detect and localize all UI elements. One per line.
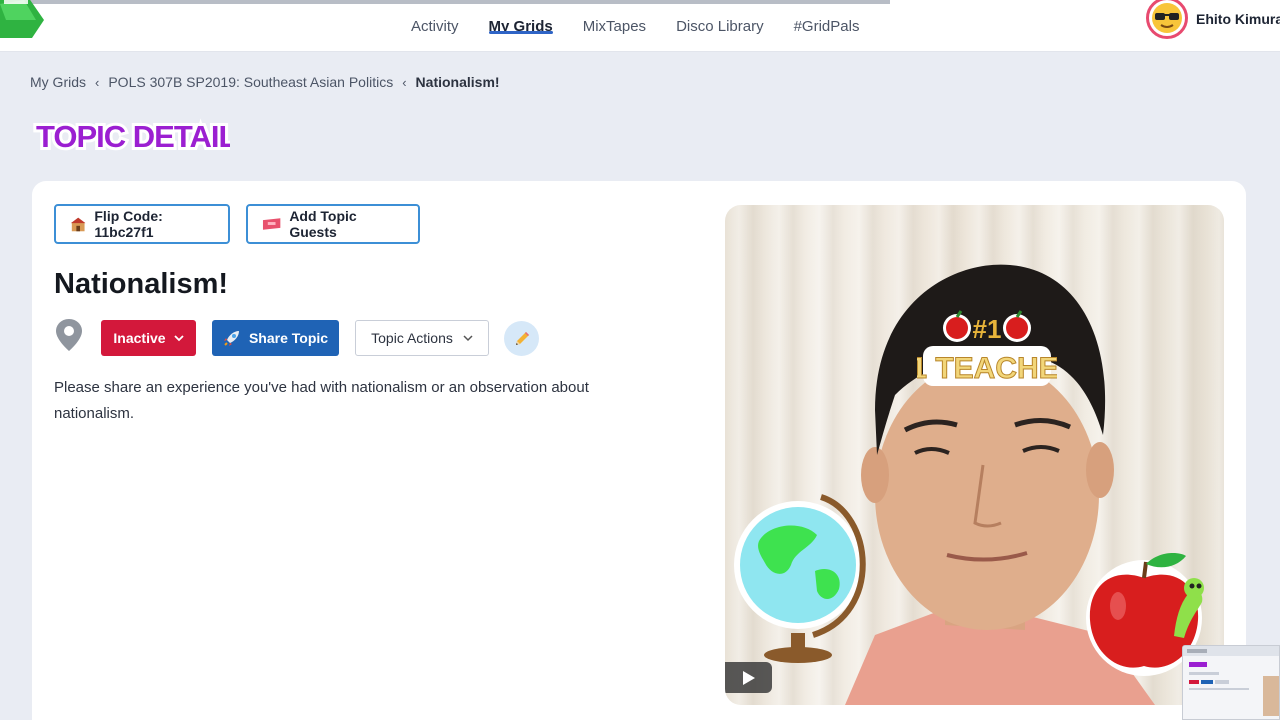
add-topic-guests-button[interactable]: Add Topic Guests [246, 204, 420, 244]
user-name[interactable]: Ehito Kimura [1196, 11, 1280, 27]
nav-gridpals[interactable]: #GridPals [779, 0, 875, 52]
section-title-text: TOPIC DETAILS [36, 119, 230, 154]
ticket-icon [262, 218, 281, 230]
nav-disco-library[interactable]: Disco Library [661, 0, 779, 52]
chevron-left-icon: ‹ [402, 74, 407, 90]
pencil-icon [515, 331, 529, 345]
sunglasses-emoji-icon [1152, 3, 1182, 33]
rocket-icon [223, 331, 239, 346]
flipgrid-logo-icon[interactable] [0, 0, 48, 42]
chevron-down-icon [463, 334, 473, 341]
nav-mixtapes[interactable]: MixTapes [568, 0, 661, 52]
topic-actions-dropdown[interactable]: Topic Actions [355, 320, 489, 356]
avatar[interactable] [1146, 0, 1188, 39]
topic-actions-label: Topic Actions [371, 330, 453, 346]
teacher-sticker-text: #1 TEACHER [917, 352, 1057, 385]
breadcrumb-grid[interactable]: POLS 307B SP2019: Southeast Asian Politi… [108, 74, 393, 90]
flip-code-button[interactable]: Flip Code: 11bc27f1 [54, 204, 230, 244]
topic-video-player[interactable]: #1 #1 TEACHER [725, 205, 1224, 705]
teacher-sticker-icon: #1 #1 TEACHER [917, 310, 1057, 386]
topic-title: Nationalism! [54, 268, 229, 300]
page-title: TOPIC DETAILS [33, 116, 230, 157]
edit-topic-button[interactable] [504, 321, 539, 356]
status-dropdown[interactable]: Inactive [101, 320, 196, 356]
topic-prompt: Please share an experience you've had wi… [54, 379, 589, 422]
top-navigation-bar: Activity My Grids MixTapes Disco Library… [0, 0, 1280, 52]
nav-my-grids[interactable]: My Grids [474, 0, 568, 52]
status-label: Inactive [113, 330, 166, 346]
breadcrumb-current: Nationalism! [415, 74, 500, 90]
share-topic-button[interactable]: Share Topic [212, 320, 339, 356]
thumbnail-image [1183, 646, 1279, 716]
user-menu[interactable]: Ehito Kimura [1146, 0, 1280, 39]
nav-activity[interactable]: Activity [396, 0, 474, 52]
share-topic-label: Share Topic [248, 330, 329, 346]
breadcrumb-my-grids[interactable]: My Grids [30, 74, 86, 90]
play-icon [742, 670, 755, 685]
main-nav: Activity My Grids MixTapes Disco Library… [396, 0, 874, 52]
location-pin-icon [56, 319, 82, 351]
add-guests-label: Add Topic Guests [289, 208, 357, 240]
play-button[interactable] [725, 662, 772, 693]
chevron-left-icon: ‹ [95, 74, 100, 90]
screen-thumbnail-preview[interactable] [1182, 645, 1280, 720]
school-icon [70, 217, 86, 232]
chevron-down-icon [173, 334, 184, 341]
flip-code-label: Flip Code: 11bc27f1 [94, 208, 163, 240]
globe-sticker-icon [734, 494, 866, 663]
breadcrumb: My Grids ‹ POLS 307B SP2019: Southeast A… [30, 74, 500, 90]
svg-text:#1: #1 [973, 314, 1002, 344]
